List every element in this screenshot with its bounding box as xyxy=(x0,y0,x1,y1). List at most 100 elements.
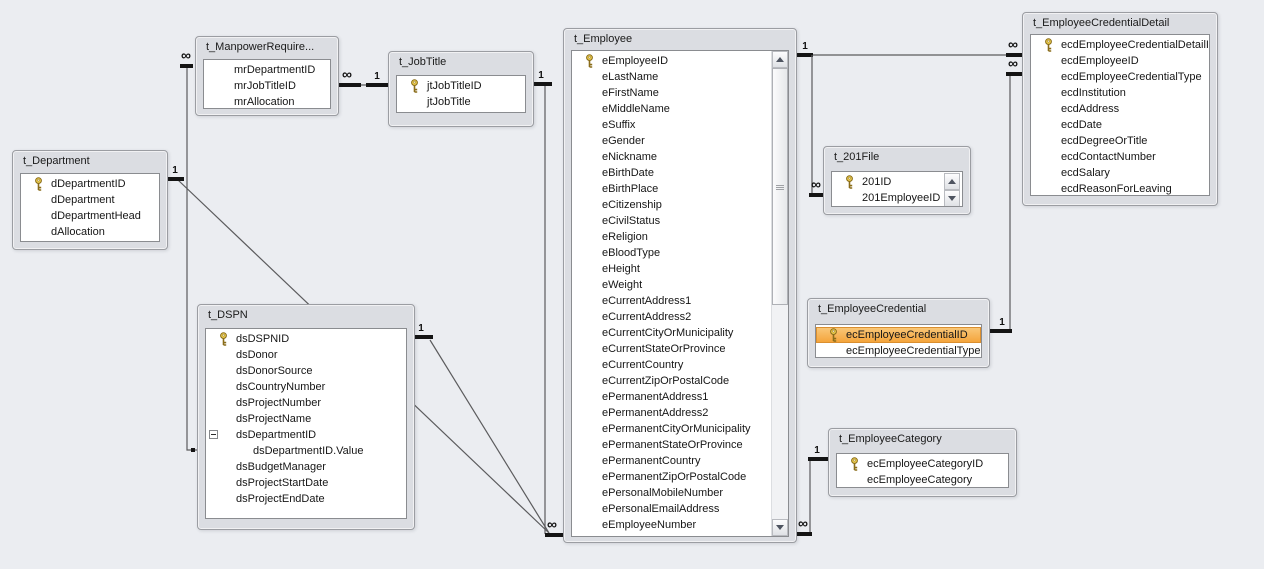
field-row-ePermanentStateOrProvince[interactable]: ePermanentStateOrProvince xyxy=(572,437,771,453)
table-t_ManpowerRequire[interactable]: t_ManpowerRequire... mrDepartmentID mrJobT… xyxy=(195,36,339,116)
field-row-eStaffCode[interactable]: eStaffCode xyxy=(572,533,771,536)
field-row-mrAllocation[interactable]: mrAllocation xyxy=(204,94,330,108)
field-row-ePersonalEmailAddress[interactable]: ePersonalEmailAddress xyxy=(572,501,771,517)
field-row-dAllocation[interactable]: dAllocation xyxy=(21,224,159,240)
field-row-201EmployeeID[interactable]: 201EmployeeID xyxy=(832,190,962,206)
field-row-201ID[interactable]: 201ID xyxy=(832,174,962,190)
field-name: ePermanentAddress2 xyxy=(602,407,709,419)
field-row-ecdDegreeOrTitle[interactable]: ecdDegreeOrTitle xyxy=(1031,133,1209,149)
field-row-eBirthDate[interactable]: eBirthDate xyxy=(572,165,771,181)
field-name: eCitizenship xyxy=(602,199,662,211)
field-row-ePermanentZipOrPostalCode[interactable]: ePermanentZipOrPostalCode xyxy=(572,469,771,485)
field-row-ePermanentCountry[interactable]: ePermanentCountry xyxy=(572,453,771,469)
field-row-eLastName[interactable]: eLastName xyxy=(572,69,771,85)
spinner-up-button[interactable] xyxy=(944,173,960,190)
field-row-eCivilStatus[interactable]: eCivilStatus xyxy=(572,213,771,229)
field-row-eCurrentCountry[interactable]: eCurrentCountry xyxy=(572,357,771,373)
field-row-eMiddleName[interactable]: eMiddleName xyxy=(572,101,771,117)
field-row-dsBudgetManager[interactable]: dsBudgetManager xyxy=(206,459,406,475)
field-row-ePermanentAddress1[interactable]: ePermanentAddress1 xyxy=(572,389,771,405)
field-row-ecdEmployeeID[interactable]: ecdEmployeeID xyxy=(1031,53,1209,69)
field-row-ecdContactNumber[interactable]: ecdContactNumber xyxy=(1031,149,1209,165)
field-row-jtJobTitle[interactable]: jtJobTitle xyxy=(397,94,525,110)
field-row-eEmployeeID[interactable]: eEmployeeID xyxy=(572,53,771,69)
field-row-dsProjectStartDate[interactable]: dsProjectStartDate xyxy=(206,475,406,491)
scrollbar-up-button[interactable] xyxy=(772,51,788,68)
field-row-eCurrentAddress1[interactable]: eCurrentAddress1 xyxy=(572,293,771,309)
field-row-eNickname[interactable]: eNickname xyxy=(572,149,771,165)
field-row-eFirstName[interactable]: eFirstName xyxy=(572,85,771,101)
field-row-eBirthPlace[interactable]: eBirthPlace xyxy=(572,181,771,197)
field-row-eHeight[interactable]: eHeight xyxy=(572,261,771,277)
field-row-eCurrentAddress2[interactable]: eCurrentAddress2 xyxy=(572,309,771,325)
field-row-eCurrentZipOrPostalCode[interactable]: eCurrentZipOrPostalCode xyxy=(572,373,771,389)
field-row-eSuffix[interactable]: eSuffix xyxy=(572,117,771,133)
field-row-dsDSPNID[interactable]: dsDSPNID xyxy=(206,331,406,347)
field-row-ecdInstitution[interactable]: ecdInstitution xyxy=(1031,85,1209,101)
table-t_EmployeeCredentialDetail[interactable]: t_EmployeeCredentialDetail ecdEmployeeCre… xyxy=(1022,12,1218,206)
field-row-ecEmployeeCredentialType[interactable]: ecEmployeeCredentialType xyxy=(816,343,981,357)
field-row-eReligion[interactable]: eReligion xyxy=(572,229,771,245)
field-name: eLastName xyxy=(602,71,659,83)
field-row-dsDepartmentID[interactable]: dsDepartmentID xyxy=(206,427,406,443)
field-name: ePermanentAddress1 xyxy=(602,391,709,403)
table-t_DSPN[interactable]: t_DSPN dsDSPNID dsDonor dsDonorSource dsCoun… xyxy=(197,304,415,530)
field-row-ecEmployeeCategoryID[interactable]: ecEmployeeCategoryID xyxy=(837,456,1008,472)
field-row-mrDepartmentID[interactable]: mrDepartmentID xyxy=(204,62,330,78)
table-t_Department[interactable]: t_Department dDepartmentID dDepartment dDep… xyxy=(12,150,168,250)
field-row-dsDonor[interactable]: dsDonor xyxy=(206,347,406,363)
field-row-ePermanentCityOrMunicipality[interactable]: ePermanentCityOrMunicipality xyxy=(572,421,771,437)
field-row-dsProjectEndDate[interactable]: dsProjectEndDate xyxy=(206,491,406,507)
relationship-line-t_ManpowerRequire-t_DSPN[interactable] xyxy=(186,65,197,451)
field-row-eCitizenship[interactable]: eCitizenship xyxy=(572,197,771,213)
field-row-eCurrentCityOrMunicipality[interactable]: eCurrentCityOrMunicipality xyxy=(572,325,771,341)
key-icon xyxy=(35,177,42,191)
vertical-scrollbar[interactable] xyxy=(771,51,788,536)
field-name: dsProjectStartDate xyxy=(236,477,329,489)
field-row-ecEmployeeCategory[interactable]: ecEmployeeCategory xyxy=(837,472,1008,487)
collapse-minus-icon[interactable] xyxy=(209,430,218,439)
field-name: dsDonor xyxy=(236,349,278,361)
table-title: t_201File xyxy=(834,151,880,163)
table-t_201File[interactable]: t_201File 201ID 201EmployeeID xyxy=(823,146,971,215)
field-row-ecdDate[interactable]: ecdDate xyxy=(1031,117,1209,133)
field-row-dsDepartmentID.Value[interactable]: dsDepartmentID.Value xyxy=(206,443,406,459)
field-row-ecdAddress[interactable]: ecdAddress xyxy=(1031,101,1209,117)
field-row-ecEmployeeCredentialID[interactable]: ecEmployeeCredentialID xyxy=(816,327,981,343)
field-row-dDepartmentID[interactable]: dDepartmentID xyxy=(21,176,159,192)
table-t_EmployeeCredential[interactable]: t_EmployeeCredential ecEmployeeCredential… xyxy=(807,298,990,368)
field-row-eWeight[interactable]: eWeight xyxy=(572,277,771,293)
field-row-dsDonorSource[interactable]: dsDonorSource xyxy=(206,363,406,379)
field-row-dDepartmentHead[interactable]: dDepartmentHead xyxy=(21,208,159,224)
field-row-eEmployeeNumber[interactable]: eEmployeeNumber xyxy=(572,517,771,533)
table-t_Employee[interactable]: t_Employee eEmployeeID eLastName eFirstName… xyxy=(563,28,797,543)
field-row-mrJobTitleID[interactable]: mrJobTitleID xyxy=(204,78,330,94)
field-row-eBloodType[interactable]: eBloodType xyxy=(572,245,771,261)
field-name: ecdEmployeeCredentialType xyxy=(1061,71,1202,83)
table-t_EmployeeCategory[interactable]: t_EmployeeCategory ecEmployeeCategoryID ec… xyxy=(828,428,1017,497)
spinner-down-button[interactable] xyxy=(944,190,960,206)
relationship-line-t_Employee-t_201File[interactable] xyxy=(811,55,823,196)
relationship-line-t_EmployeeCredential-t_EmployeeCredentialDetail[interactable] xyxy=(990,73,1022,332)
one-symbol: 1 xyxy=(814,445,820,456)
field-row-dsProjectName[interactable]: dsProjectName xyxy=(206,411,406,427)
field-row-ecdEmployeeCredentialType[interactable]: ecdEmployeeCredentialType xyxy=(1031,69,1209,85)
field-row-eGender[interactable]: eGender xyxy=(572,133,771,149)
field-row-dsProjectNumber[interactable]: dsProjectNumber xyxy=(206,395,406,411)
field-name: ePermanentCountry xyxy=(602,455,701,467)
scrollbar-thumb[interactable] xyxy=(772,68,788,305)
one-symbol: 1 xyxy=(418,323,424,334)
field-row-jtJobTitleID[interactable]: jtJobTitleID xyxy=(397,78,525,94)
field-row-ecdSalary[interactable]: ecdSalary xyxy=(1031,165,1209,181)
field-row-dDepartment[interactable]: dDepartment xyxy=(21,192,159,208)
field-list: eEmployeeID eLastName eFirstName eMiddleNam… xyxy=(571,50,789,537)
field-row-ePermanentAddress2[interactable]: ePermanentAddress2 xyxy=(572,405,771,421)
field-row-ecdReasonForLeaving[interactable]: ecdReasonForLeaving xyxy=(1031,181,1209,195)
scrollbar-down-button[interactable] xyxy=(772,519,788,536)
field-row-dsCountryNumber[interactable]: dsCountryNumber xyxy=(206,379,406,395)
field-row-ePersonalMobileNumber[interactable]: ePersonalMobileNumber xyxy=(572,485,771,501)
table-t_JobTitle[interactable]: t_JobTitle jtJobTitleID jtJobTitle xyxy=(388,51,534,127)
field-row-ecdEmployeeCredentialDetailID[interactable]: ecdEmployeeCredentialDetailID xyxy=(1031,37,1209,53)
field-row-eCurrentStateOrProvince[interactable]: eCurrentStateOrProvince xyxy=(572,341,771,357)
key-icon xyxy=(851,457,858,471)
